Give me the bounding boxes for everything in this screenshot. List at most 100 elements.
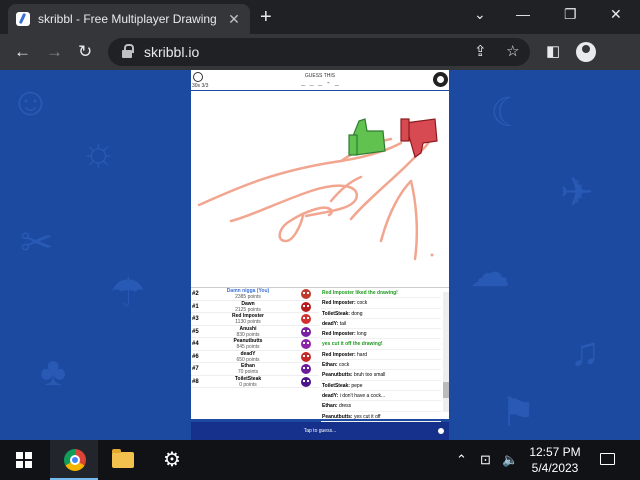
player-rank: #7 [192, 366, 199, 372]
address-bar[interactable]: skribbl.io [108, 38, 530, 66]
chat-text: cock [357, 300, 368, 307]
chat-text: yes cut it off [353, 413, 381, 420]
player-rank: #2 [192, 291, 199, 297]
player-row[interactable]: #4 Peanutbutts 845 points [191, 338, 319, 351]
chat-settings-icon[interactable] [438, 428, 444, 434]
player-avatar-icon [301, 314, 311, 324]
skribbl-game: 30s 3/3 GUESS THIS _ _ _ - _ #2 Damn nig… [191, 70, 449, 440]
chat-message: Red Imposter: long [321, 329, 441, 340]
chat-message: Red Imposter liked the drawing! [321, 288, 441, 299]
profile-avatar-icon[interactable] [576, 42, 596, 62]
player-avatar-icon [301, 289, 311, 299]
game-lower-panel: #2 Damn nigga (You) 2385 points #1 Dawn 2125 … [191, 287, 449, 422]
chat-message: deadY: tail [321, 319, 441, 330]
player-rank: #6 [192, 353, 199, 360]
doodle-icon: ✈ [560, 171, 594, 215]
chat-text: dong [351, 310, 363, 317]
side-panel-icon[interactable]: ◧ [546, 42, 560, 60]
chat-user: ToiletSteak: [322, 310, 350, 317]
minimize-button[interactable]: — [516, 6, 530, 22]
taskbar-clock[interactable]: 12:57 PM 5/4/2023 [520, 444, 590, 476]
thumbs-up-icon [348, 118, 386, 156]
chat-message: Red Imposter: hard [321, 350, 441, 361]
player-row[interactable]: #5 Anushi 830 points [191, 326, 319, 338]
doodle-icon: ☁ [470, 251, 510, 295]
player-row[interactable]: #3 Red Imposter 1130 points [191, 313, 319, 326]
chrome-icon [64, 449, 86, 471]
lock-icon[interactable] [122, 44, 134, 58]
player-rank: #3 [192, 316, 199, 322]
windows-start-icon[interactable] [16, 452, 32, 468]
chat-text: yes cut it off the drawing! [322, 341, 383, 348]
network-icon[interactable]: ⊡ [480, 452, 491, 468]
chat-user: ToiletSteak: [322, 382, 350, 389]
chat-message: deadY: i don't have a cock... [321, 391, 441, 402]
share-icon[interactable]: ⇪ [474, 42, 487, 60]
gear-icon: ⚙ [163, 449, 181, 471]
reload-button[interactable]: ↻ [78, 42, 92, 62]
player-avatar-icon [301, 301, 311, 312]
player-avatar-icon [301, 351, 311, 362]
windows-taskbar: ⚙ ⌃ ⊡ 🔈 12:57 PM 5/4/2023 [0, 440, 640, 480]
guess-input[interactable]: Tap to guess... [191, 422, 449, 440]
new-tab-button[interactable]: + [260, 6, 272, 29]
chat-message: ToiletSteak: dong [321, 309, 441, 319]
game-header: 30s 3/3 GUESS THIS _ _ _ - _ [191, 70, 449, 90]
chat-user: Ethan: [322, 362, 338, 369]
player-points: 845 points [236, 344, 260, 350]
player-row[interactable]: #2 Damn nigga (You) 2385 points [191, 288, 319, 301]
chat-message: Ethan: dress [321, 401, 441, 412]
player-row[interactable]: #1 Dawn 2125 points [191, 301, 319, 313]
tab-search-icon[interactable]: ⌄ [474, 6, 486, 23]
taskbar-settings[interactable]: ⚙ [148, 440, 196, 480]
player-row[interactable]: #8 ToiletSteak 0 points [191, 376, 319, 388]
forward-button[interactable]: → [46, 42, 63, 62]
doodle-icon: ♫ [570, 330, 600, 374]
close-window-button[interactable]: ✕ [610, 6, 622, 23]
player-points: 1130 points [235, 319, 261, 325]
taskbar-chrome[interactable] [50, 440, 98, 480]
folder-icon [112, 449, 134, 468]
settings-gear-icon[interactable] [433, 72, 448, 87]
url-text: skribbl.io [144, 44, 200, 60]
player-avatar-icon [301, 376, 311, 387]
back-button[interactable]: ← [14, 42, 31, 62]
chat-user: Ethan: [322, 403, 338, 410]
chat-message: Peanutbutts: yes cut it off [321, 412, 441, 422]
taskbar-file-explorer[interactable] [98, 440, 146, 480]
thumbs-down-icon [400, 118, 438, 158]
chat-message: Peanutbutts: bruh too small [321, 370, 441, 381]
chat-text: dress [338, 403, 352, 410]
bookmark-star-icon[interactable]: ☆ [506, 42, 519, 60]
guess-placeholder: Tap to guess... [303, 428, 337, 434]
word-hint: _ _ _ - _ [301, 80, 339, 88]
chat-message: yes cut it off the drawing! [321, 339, 441, 350]
tab-skribbl[interactable]: skribbl - Free Multiplayer Drawing ✕ [8, 4, 250, 34]
chat-user: deadY: [322, 320, 339, 327]
doodle-icon: ☂ [110, 271, 146, 315]
chat-user: Peanutbutts: [322, 372, 353, 379]
drawing-canvas[interactable] [191, 91, 449, 287]
player-row[interactable]: #6 deadY 650 points [191, 351, 319, 363]
restore-button[interactable]: ❐ [564, 6, 577, 23]
tab-close-icon[interactable]: ✕ [226, 11, 242, 28]
notification-icon[interactable] [600, 453, 615, 465]
player-avatar-icon [301, 339, 311, 349]
chat-message: ToiletSteak: pepe [321, 381, 441, 391]
player-rank: #8 [192, 378, 199, 385]
volume-icon[interactable]: 🔈 [502, 452, 518, 468]
player-row[interactable]: #7 Ethan 70 points [191, 363, 319, 376]
drawing-strokes [197, 118, 438, 261]
doodle-icon: ⚑ [500, 391, 536, 435]
doodle-icon: ♣ [40, 350, 67, 394]
skribbl-favicon-icon [16, 12, 30, 26]
doodle-icon: ☼ [80, 130, 117, 174]
clock-date: 5/4/2023 [531, 461, 579, 475]
tray-chevron-icon[interactable]: ⌃ [456, 452, 467, 468]
doodle-icon: ☺ [10, 80, 51, 124]
chat-scrollbar[interactable] [443, 292, 449, 412]
player-avatar-icon [301, 364, 311, 374]
chat-user: Peanutbutts: [322, 413, 353, 420]
chat-text: cock [338, 362, 350, 369]
chat-user: Red Imposter: [322, 351, 356, 358]
